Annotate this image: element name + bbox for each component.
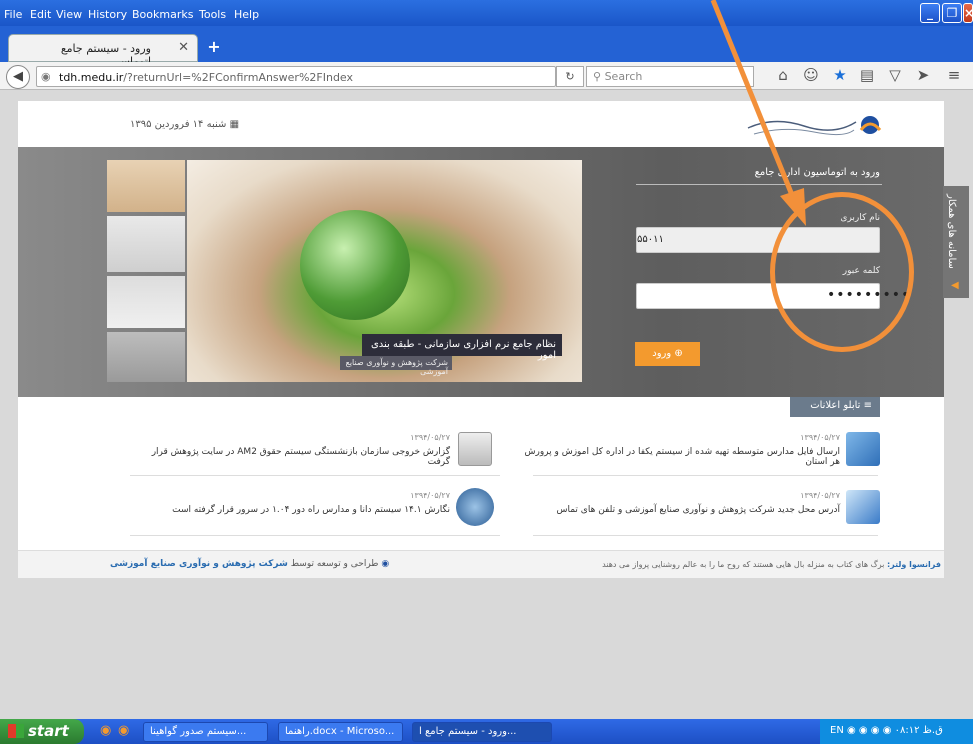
news-board-button[interactable]: ≡ تابلو اعلانات xyxy=(790,397,880,417)
news-item[interactable]: ۱۳۹۴/۰۵/۲۷ گزارش خروجی سازمان بازنشستگی … xyxy=(140,433,450,467)
tray-icons[interactable]: ◉ ◉ ◉ ◉ xyxy=(847,725,895,736)
home-icon[interactable]: ⌂ xyxy=(772,66,794,84)
footer-quote: فرانسوا ولتر: برگ های کتاب به منزله بال … xyxy=(602,560,941,569)
divider xyxy=(130,475,500,476)
calendar-icon: ▦ xyxy=(229,119,240,130)
divider xyxy=(533,535,878,536)
annotation-circle xyxy=(770,192,914,352)
arrow-right-icon: ⊕ xyxy=(671,348,683,359)
hamburger-menu-icon[interactable]: ≡ xyxy=(943,66,965,84)
divider xyxy=(130,535,500,536)
menu-tools[interactable]: Tools xyxy=(199,8,226,21)
news-item[interactable]: ۱۳۹۴/۰۵/۲۷ نگارش ۱۴.۱ سیستم دانا و مدارس… xyxy=(140,491,450,515)
menu-file[interactable]: File xyxy=(4,8,22,21)
news-item[interactable]: ۱۳۹۴/۰۵/۲۷ آدرس محل جدید شرکت پژوهش و نو… xyxy=(522,491,841,515)
divider xyxy=(533,475,878,476)
browser-quicklaunch-icon[interactable]: ◉ xyxy=(100,723,111,738)
news-thumbnail xyxy=(846,490,880,524)
date-text: شنبه ۱۴ فروردین ۱۳۹۵ xyxy=(130,119,227,130)
taskbar-item[interactable]: سیستم صدور گواهینا... xyxy=(143,722,268,742)
slide-caption: نظام جامع نرم افزاری سازمانی - طبقه بندی… xyxy=(362,334,562,361)
language-indicator[interactable]: EN xyxy=(830,725,844,736)
search-icon: ⚲ xyxy=(593,70,602,83)
news-thumbnail xyxy=(458,432,492,466)
browser-tab[interactable]: ورود - سیستم جامع اتوماسی... ✕ xyxy=(8,34,198,68)
divider xyxy=(636,184,882,185)
new-tab-button[interactable]: + xyxy=(205,38,223,56)
logo-small-icon: ◉ xyxy=(378,559,390,569)
windows-flag-icon xyxy=(8,724,24,738)
firefox-quicklaunch-icon[interactable]: ◉ xyxy=(118,723,129,738)
login-button[interactable]: ⊕ ورود xyxy=(635,342,700,366)
clock: ۰۸:۱۲ ق.ظ xyxy=(894,725,943,736)
news-thumbnail xyxy=(846,432,880,466)
tab-close-icon[interactable]: ✕ xyxy=(178,40,189,55)
slide-thumbnail[interactable] xyxy=(107,276,185,328)
list-icon: ≡ xyxy=(860,400,872,411)
company-logo xyxy=(747,116,882,136)
globe-image xyxy=(300,210,410,320)
close-window-button[interactable]: × xyxy=(963,3,973,23)
date-display: ▦ شنبه ۱۴ فروردین ۱۳۹۵ xyxy=(130,119,239,130)
login-title: ورود به اتوماسیون اداری جامع xyxy=(754,167,880,178)
minimize-button[interactable]: _ xyxy=(920,3,940,23)
menu-bookmarks[interactable]: Bookmarks xyxy=(132,8,193,21)
reload-button[interactable]: ↻ xyxy=(556,66,584,87)
caret-left-icon: ◀ xyxy=(951,280,959,291)
maximize-button[interactable]: ❐ xyxy=(942,3,962,23)
shield-icon[interactable]: ▽ xyxy=(884,66,906,84)
system-tray: EN ◉ ◉ ◉ ◉ ۰۸:۱۲ ق.ظ xyxy=(820,719,973,744)
bookmark-star-icon[interactable]: ★ xyxy=(829,66,851,84)
url-text: tdh.medu.ir/?returnUrl=%2FConfirmAnswer%… xyxy=(59,71,354,84)
slide-subcaption: شرکت پژوهش و نوآوری صنایع آموزشی xyxy=(340,356,452,376)
pocket-icon[interactable]: ☺ xyxy=(800,66,822,84)
search-input[interactable]: ⚲ Search xyxy=(586,66,754,87)
globe-icon: ◉ xyxy=(41,70,51,83)
menu-bar: File Edit View History Bookmarks Tools H… xyxy=(0,0,973,26)
url-bar[interactable]: ◉ tdh.medu.ir/?returnUrl=%2FConfirmAnswe… xyxy=(36,66,556,87)
menu-view[interactable]: View xyxy=(56,8,82,21)
start-button[interactable]: start xyxy=(0,719,84,744)
side-tab-label: سامانه های همکار xyxy=(946,194,957,269)
slide-thumbnail[interactable] xyxy=(107,332,185,382)
news-thumbnail xyxy=(456,488,494,526)
back-button[interactable]: ◀ xyxy=(6,65,30,89)
side-tab[interactable]: سامانه های همکار ◀ xyxy=(943,186,969,298)
taskbar-item[interactable]: راهنما.docx - Microso... xyxy=(278,722,403,742)
taskbar-item-active[interactable]: ورود - سیستم جامع ا... xyxy=(412,722,552,742)
bookmarks-menu-icon[interactable]: ▤ xyxy=(856,66,878,84)
slide-thumbnail[interactable] xyxy=(107,160,185,212)
send-icon[interactable]: ➤ xyxy=(912,66,934,84)
menu-help[interactable]: Help xyxy=(234,8,259,21)
footer-credit: ◉ طراحی و توسعه توسط شرکت پژوهش و نوآوری… xyxy=(110,559,390,569)
menu-history[interactable]: History xyxy=(88,8,127,21)
menu-edit[interactable]: Edit xyxy=(30,8,51,21)
slide-thumbnail[interactable] xyxy=(107,216,185,272)
news-item[interactable]: ۱۳۹۴/۰۵/۲۷ ارسال فایل مدارس متوسطه تهیه … xyxy=(522,433,840,467)
